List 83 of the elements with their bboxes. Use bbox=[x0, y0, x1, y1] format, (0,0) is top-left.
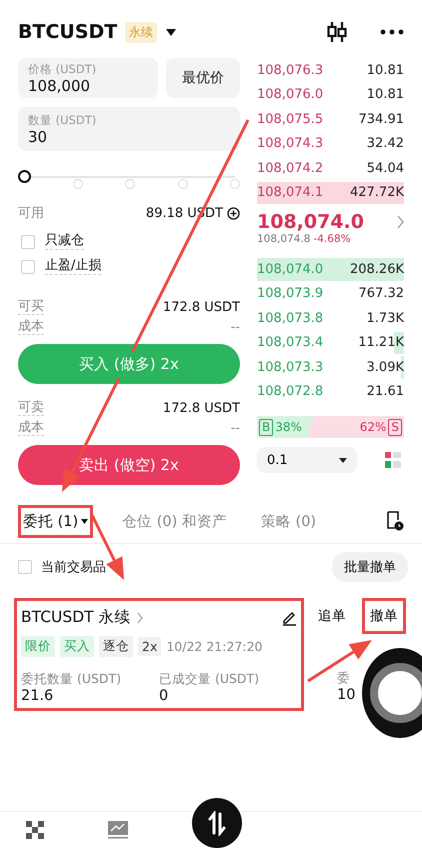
swap-icon bbox=[207, 810, 227, 836]
precision-dropdown[interactable]: 0.1 bbox=[257, 447, 357, 473]
order-book-row[interactable]: 108,074.2 54.04 bbox=[257, 156, 404, 180]
quantity-field[interactable]: 数量 (USDT) 30 bbox=[18, 107, 240, 151]
order-tag: 买入 bbox=[60, 636, 94, 657]
sell-tag: S bbox=[388, 418, 402, 436]
order-book-row[interactable]: 108,074.1 427.72K bbox=[257, 180, 404, 205]
trade-button[interactable] bbox=[192, 798, 242, 848]
order-book-row[interactable]: 108,073.3 3.09K bbox=[257, 355, 404, 380]
symbol-title[interactable]: BTCUSDT bbox=[18, 21, 118, 43]
last-price: 108,074.0 bbox=[257, 211, 364, 233]
order-title[interactable]: BTCUSDT 永续 bbox=[21, 607, 131, 628]
sell-ratio: 62% bbox=[360, 420, 386, 434]
orders-tab[interactable]: 仓位 (0) 和资产 bbox=[117, 504, 232, 538]
order-tag: 逐仓 bbox=[99, 636, 133, 657]
more-icon[interactable] bbox=[380, 29, 404, 35]
field-label: 委 bbox=[337, 670, 351, 687]
batch-cancel-button[interactable]: 批量撤单 bbox=[332, 552, 408, 582]
caret-icon[interactable] bbox=[165, 26, 178, 38]
orders-tab[interactable]: 策略 (0) bbox=[256, 504, 322, 538]
cost-label: 成本 bbox=[18, 319, 44, 335]
checkbox[interactable] bbox=[21, 260, 35, 274]
order-book-row[interactable]: 108,074.0 208.26K bbox=[257, 257, 404, 282]
field-label: 委托数量 (USDT) bbox=[21, 671, 122, 688]
slider-step-dot[interactable] bbox=[230, 179, 240, 189]
slider-step-dot[interactable] bbox=[72, 179, 82, 189]
slider-step-dot[interactable] bbox=[125, 179, 135, 189]
caret-icon bbox=[81, 518, 88, 524]
arrow bbox=[307, 640, 372, 682]
caret-icon bbox=[339, 458, 347, 462]
order-tag: 限价 bbox=[21, 636, 55, 657]
available-label: 可用 bbox=[18, 205, 44, 222]
add-icon[interactable] bbox=[227, 206, 240, 220]
order-history-icon[interactable] bbox=[385, 511, 404, 531]
order-book-row[interactable]: 108,076.0 10.81 bbox=[257, 82, 404, 107]
mark-price: 108,074.8 bbox=[257, 233, 310, 245]
order-book-row[interactable]: 108,073.8 1.73K bbox=[257, 306, 404, 330]
order-book-row[interactable]: 108,075.5 734.91 bbox=[257, 107, 404, 132]
order-action-button[interactable]: 追单 bbox=[310, 598, 354, 634]
order-book-row[interactable]: 108,072.8 21.61 bbox=[257, 380, 404, 404]
max-label: 可卖 bbox=[18, 400, 44, 416]
chart-icon[interactable] bbox=[108, 821, 128, 839]
max-value: 172.8 USDT bbox=[162, 400, 240, 416]
order-book-row[interactable]: 108,074.3 32.42 bbox=[257, 132, 404, 156]
cost-value: -- bbox=[230, 320, 240, 334]
field-label: 已成交量 (USDT) bbox=[159, 671, 260, 688]
orders-tab[interactable]: 委托 (1) bbox=[18, 504, 94, 538]
option-label[interactable]: 只减仓 bbox=[45, 233, 84, 250]
grid-icon[interactable] bbox=[26, 821, 44, 839]
slider-step-dot[interactable] bbox=[178, 179, 188, 189]
order-time: 10/22 21:27:20 bbox=[166, 639, 262, 654]
max-value: 172.8 USDT bbox=[162, 300, 240, 314]
floating-button[interactable] bbox=[362, 648, 422, 738]
order-action-button[interactable]: 撤单 bbox=[362, 598, 406, 634]
slider-thumb[interactable] bbox=[18, 170, 31, 183]
filter-label[interactable]: 当前交易品 bbox=[41, 558, 106, 576]
buy-tag: B bbox=[259, 418, 274, 436]
option-label[interactable]: 止盈/止损 bbox=[45, 258, 102, 275]
cost-label: 成本 bbox=[18, 420, 44, 436]
max-label: 可买 bbox=[18, 299, 44, 315]
contract-badge: 永续 bbox=[125, 22, 158, 42]
field-value: 21.6 bbox=[21, 688, 54, 704]
order-book-row[interactable]: 108,076.3 10.81 bbox=[257, 58, 404, 82]
sell-button[interactable]: 卖出 (做空) 2x bbox=[18, 445, 240, 485]
cost-value: -- bbox=[230, 420, 240, 436]
candlestick-icon[interactable] bbox=[326, 21, 348, 43]
field-value: 10 bbox=[337, 687, 356, 703]
order-card[interactable]: BTCUSDT 永续 限价 买入 逐仓 2x 10/22 21:27:20 委托数量 (USDT) 21.6 已成交量 (USDT) 0 bbox=[14, 598, 304, 711]
order-book-row[interactable]: 108,073.9 767.32 bbox=[257, 282, 404, 306]
price-change: -4.68% bbox=[313, 233, 351, 245]
arrow bbox=[90, 514, 124, 580]
price-field[interactable]: 价格 (USDT) 108,000 bbox=[18, 58, 158, 98]
chevron-right-icon[interactable] bbox=[397, 215, 404, 229]
layout-icon[interactable] bbox=[382, 449, 404, 471]
order-tag: 2x bbox=[138, 637, 162, 656]
edit-icon[interactable] bbox=[281, 610, 297, 626]
chevron-right-icon bbox=[136, 612, 143, 624]
best-price-button[interactable]: 最优价 bbox=[166, 58, 240, 98]
field-value: 0 bbox=[159, 688, 170, 704]
checkbox[interactable] bbox=[21, 234, 35, 248]
checkbox[interactable] bbox=[18, 560, 32, 574]
order-book-row[interactable]: 108,073.4 11.21K bbox=[257, 330, 404, 355]
buy-ratio: 38% bbox=[275, 420, 302, 434]
